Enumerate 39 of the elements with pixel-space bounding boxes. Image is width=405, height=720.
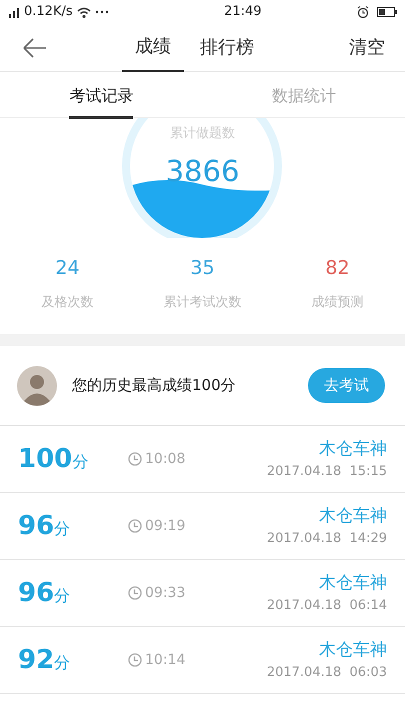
- best-score-text: 您的历史最高成绩100分: [72, 375, 236, 396]
- score-text: 96分: [18, 510, 70, 542]
- stat-label: 及格次数: [42, 294, 94, 312]
- duration-text: 09:33: [145, 584, 186, 602]
- clock-icon: [128, 519, 142, 533]
- user-name: 木仓车神: [319, 504, 387, 528]
- record-date: 2017.04.18 14:29: [266, 530, 387, 548]
- header-tab[interactable]: 排行榜: [194, 24, 260, 72]
- duration-text: 10:14: [145, 650, 186, 670]
- header-tab[interactable]: 成绩: [122, 24, 184, 72]
- signal-icon: [8, 5, 20, 19]
- record-date: 2017.04.18 15:15: [266, 463, 387, 481]
- clock-icon: [128, 653, 142, 667]
- avatar-icon: [17, 366, 57, 406]
- clock-icon: [128, 586, 142, 600]
- stat-label: 成绩预测: [312, 294, 364, 312]
- record-date: 2017.04.18 06:03: [266, 664, 387, 682]
- clock-time: 21:49: [224, 4, 262, 20]
- wifi-icon: [76, 6, 91, 18]
- more-dots-icon: [94, 9, 109, 15]
- score-text: 96分: [18, 576, 70, 610]
- duration-text: 09:19: [145, 516, 186, 536]
- user-name: 木仓车神: [319, 638, 387, 662]
- record-date: 2017.04.18 06:14: [266, 597, 387, 615]
- battery-icon: [377, 7, 397, 17]
- user-name: 木仓车神: [319, 572, 387, 594]
- clock-icon: [128, 452, 142, 466]
- network-speed: 0.12K/s: [24, 3, 73, 22]
- score-text: 92分: [18, 644, 70, 676]
- stat-value: 35: [190, 256, 215, 281]
- score-text: 100分: [18, 442, 88, 476]
- clear-button[interactable]: 清空: [343, 33, 391, 62]
- duration-text: 10:08: [145, 450, 186, 468]
- alarm-icon: [357, 6, 369, 18]
- stat-value: 82: [325, 256, 350, 281]
- stat-value: 24: [55, 256, 80, 281]
- user-name: 木仓车神: [319, 438, 387, 460]
- stat-label: 累计考试次数: [164, 294, 242, 312]
- gauge-value: 3866: [166, 153, 240, 190]
